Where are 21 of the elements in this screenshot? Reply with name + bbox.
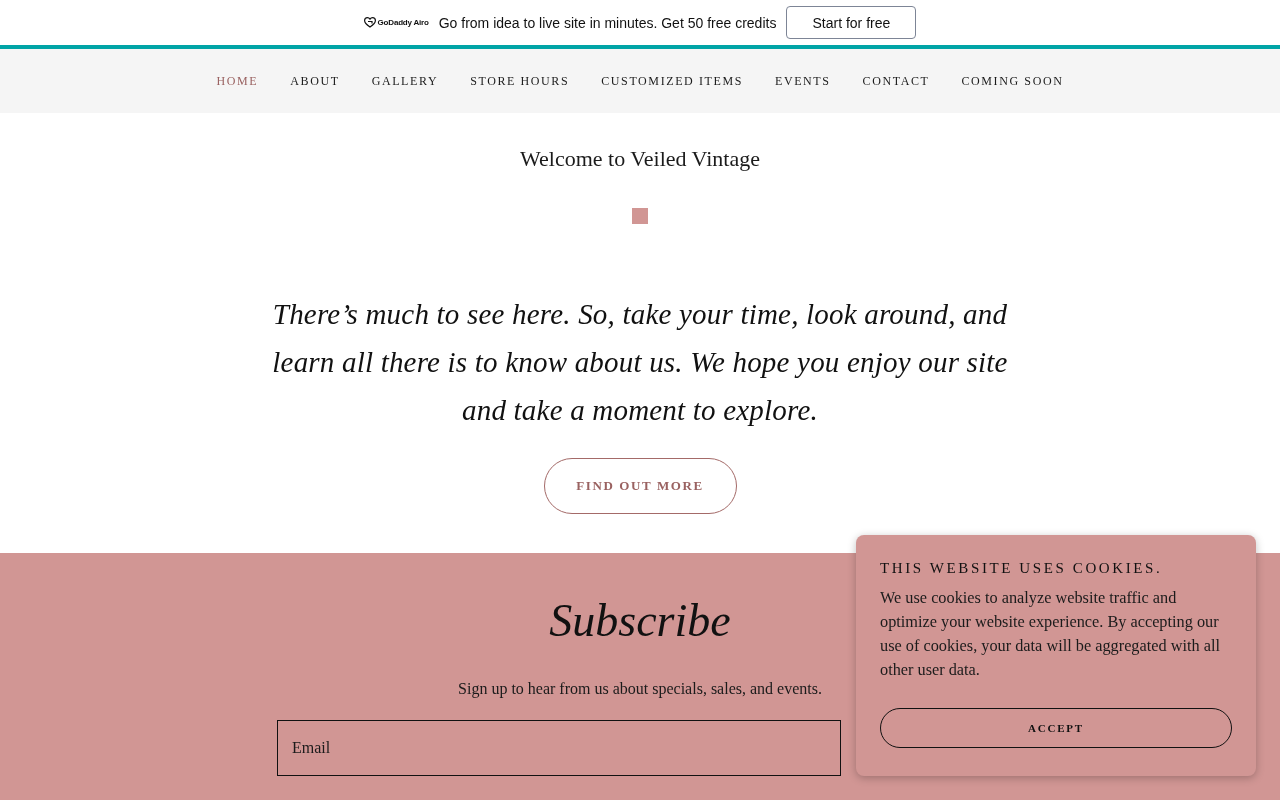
email-field[interactable]: Email bbox=[277, 720, 841, 776]
page-title: Welcome to Veiled Vintage bbox=[520, 145, 760, 173]
nav-link[interactable]: HOME bbox=[200, 67, 275, 95]
logo-text: GoDaddy Airo bbox=[377, 18, 429, 27]
logo-icon bbox=[363, 17, 376, 28]
intro-quote: There’s much to see here. So, take your time, look around, and learn all there is to know about us. We hope you enjoy our site and take a moment to explore. bbox=[271, 297, 1009, 428]
nav-link[interactable]: CUSTOMIZED ITEMS bbox=[585, 67, 759, 95]
start-for-free-button[interactable]: Start for free bbox=[786, 6, 917, 39]
nav-link[interactable]: EVENTS bbox=[758, 67, 847, 95]
subscribe-text: Sign up to hear from us about specials, sales, and events. bbox=[458, 680, 822, 698]
nav-link[interactable]: ABOUT bbox=[274, 67, 356, 95]
find-out-more-button[interactable]: FIND OUT MORE bbox=[543, 458, 737, 514]
subscribe-title: Subscribe bbox=[549, 594, 731, 648]
square-icon bbox=[632, 208, 648, 224]
nav-link[interactable]: CONTACT bbox=[846, 67, 946, 95]
cookie-text: We use cookies to analyze website traffic and optimize your website experience. By accepting our use of cookies, your data will be aggregated with all other user data. bbox=[880, 587, 1221, 681]
nav-link[interactable]: COMING SOON bbox=[945, 67, 1080, 95]
nav-link[interactable]: STORE HOURS bbox=[454, 67, 586, 95]
cookie-title: THIS WEBSITE USES COOKIES. bbox=[880, 559, 1164, 577]
nav-link[interactable]: GALLERY bbox=[355, 67, 455, 95]
promo-message: Go from idea to live site in minutes. Get 50 free credits bbox=[438, 14, 777, 31]
